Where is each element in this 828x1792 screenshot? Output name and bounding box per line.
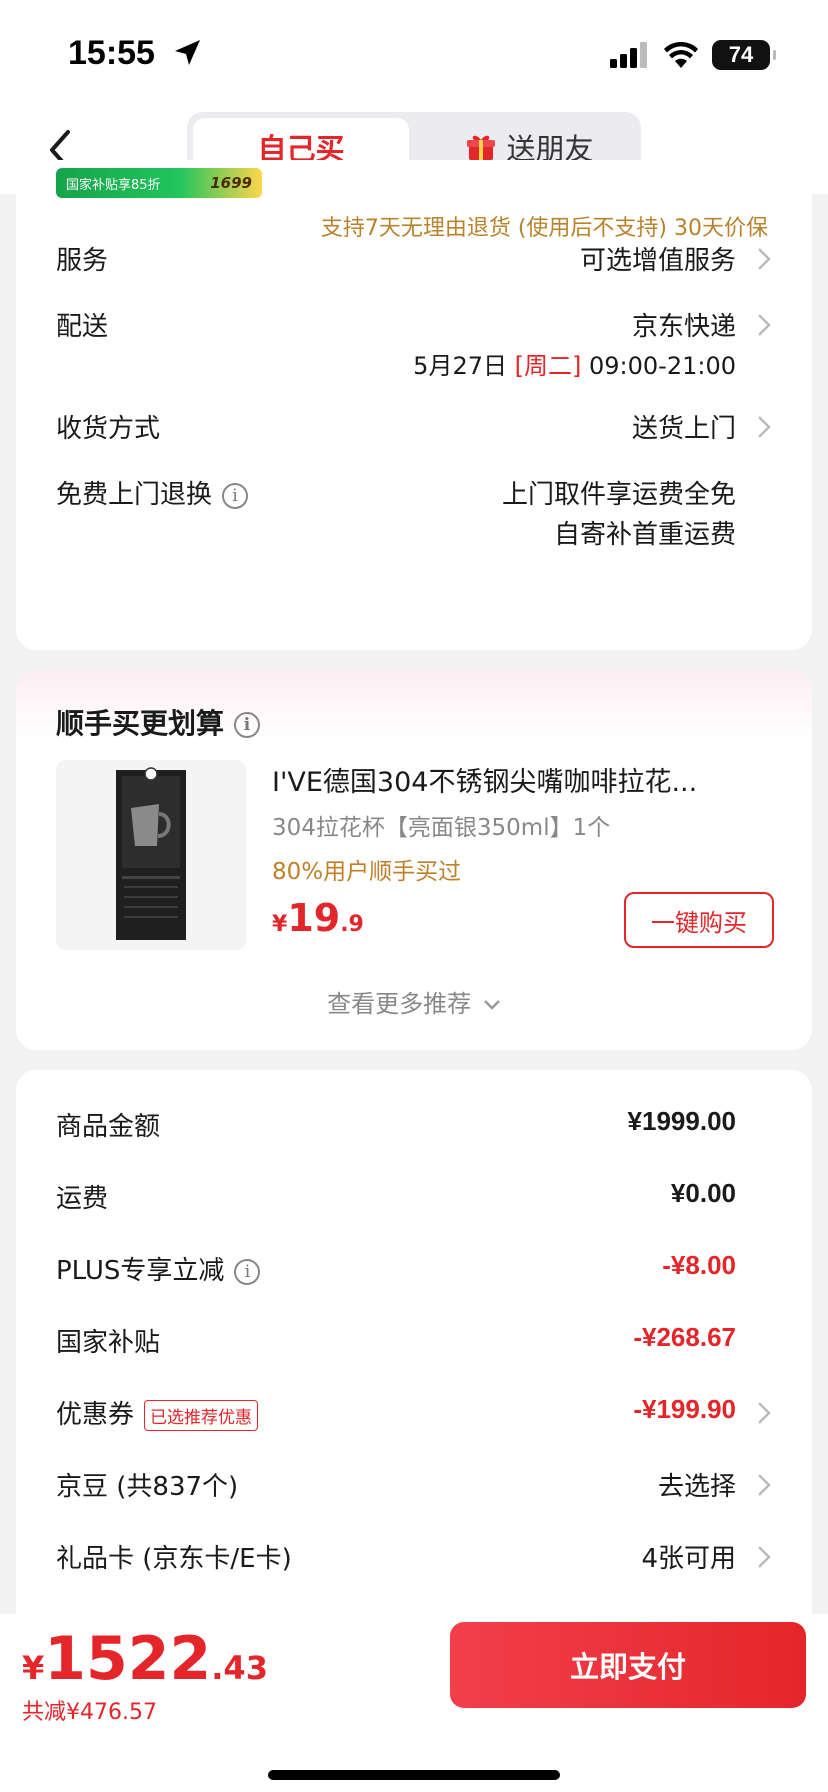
free-return-line1: 上门取件享运费全免 bbox=[501, 480, 736, 510]
status-time: 15:55 bbox=[68, 34, 155, 72]
free-return-label: 免费上门退换 bbox=[56, 480, 213, 510]
receive-method-label: 收货方式 bbox=[56, 414, 161, 444]
summary-row-subsidy: 国家补贴 -¥268.67 bbox=[56, 1322, 772, 1362]
wifi-icon bbox=[664, 42, 698, 68]
shipping-fee-label: 运费 bbox=[56, 1184, 109, 1214]
service-value: 可选增值服务 bbox=[579, 246, 736, 276]
free-return-row: 免费上门退换 i 上门取件享运费全免 自寄补首重运费 bbox=[56, 474, 772, 554]
total-currency: ¥ bbox=[22, 1649, 45, 1687]
product-thumbnail[interactable] bbox=[56, 760, 246, 950]
battery-indicator: 74 bbox=[712, 40, 776, 70]
one-click-buy-button[interactable]: 一键购买 bbox=[624, 892, 774, 948]
giftcard-label: 礼品卡 (京东卡/E卡) bbox=[56, 1544, 292, 1574]
addon-card: 顺手买更划算 i I'VE德国304不锈钢尖嘴咖啡拉花... 304拉花杯【亮面银… bbox=[16, 670, 812, 1050]
summary-row-shipping: 运费 ¥0.00 bbox=[56, 1178, 772, 1218]
summary-row-jingdou[interactable]: 京豆 (共837个) 去选择 bbox=[56, 1466, 772, 1506]
product-price-int: 19 bbox=[287, 896, 341, 940]
status-icons: 74 bbox=[610, 40, 776, 70]
gift-icon bbox=[467, 135, 496, 160]
jingdou-value: 去选择 bbox=[657, 1472, 736, 1502]
delivery-date: 5月27日 bbox=[413, 352, 507, 380]
chevron-right-icon bbox=[758, 248, 771, 270]
coupon-value: -¥199.90 bbox=[633, 1394, 736, 1424]
shipping-card: 国家补贴享85折 1699 支持7天无理由退货 (使用后不支持) 30天价保 服… bbox=[16, 160, 812, 650]
info-icon[interactable]: i bbox=[234, 1258, 261, 1285]
summary-row-goods: 商品金额 ¥1999.00 bbox=[56, 1106, 772, 1146]
giftcard-value: 4张可用 bbox=[641, 1544, 736, 1574]
chevron-right-icon bbox=[758, 1474, 771, 1496]
total-price: ¥1522.43 bbox=[22, 1624, 268, 1694]
home-indicator bbox=[268, 1770, 560, 1780]
delivery-weekday: [周二] bbox=[514, 352, 582, 380]
total-int: 1522 bbox=[44, 1624, 212, 1694]
delivery-label: 配送 bbox=[56, 312, 109, 342]
total-saved: 共减¥476.57 bbox=[22, 1700, 157, 1725]
signal-icon bbox=[610, 42, 647, 68]
checkout-bar: ¥1522.43 共减¥476.57 立即支付 bbox=[0, 1614, 828, 1792]
service-row[interactable]: 服务 可选增值服务 bbox=[56, 240, 772, 280]
subsidy-banner: 国家补贴享85折 1699 bbox=[56, 168, 262, 198]
national-subsidy-value: -¥268.67 bbox=[633, 1322, 736, 1352]
receive-method-row[interactable]: 收货方式 送货上门 bbox=[56, 408, 772, 448]
location-arrow-icon bbox=[175, 40, 200, 65]
subsidy-banner-price: 1699 bbox=[210, 174, 252, 192]
summary-row-coupon[interactable]: 优惠券 已选推荐优惠 -¥199.90 bbox=[56, 1394, 772, 1434]
addon-title: 顺手买更划算 bbox=[56, 707, 225, 740]
product-price: ¥19.9 bbox=[272, 896, 364, 940]
info-icon[interactable]: i bbox=[234, 712, 261, 738]
return-policy: 支持7天无理由退货 (使用后不支持) 30天价保 bbox=[320, 216, 768, 241]
chevron-right-icon bbox=[758, 314, 771, 336]
coupon-recommended-tag: 已选推荐优惠 bbox=[144, 1400, 259, 1431]
jingdou-label: 京豆 (共837个) bbox=[56, 1472, 239, 1502]
more-recommendations-label: 查看更多推荐 bbox=[327, 990, 472, 1018]
delivery-time: 5月27日 [周二] 09:00-21:00 bbox=[413, 346, 736, 381]
chevron-right-icon bbox=[758, 1402, 771, 1424]
coupon-label-wrap: 优惠券 已选推荐优惠 bbox=[56, 1394, 259, 1431]
receive-method-value: 送货上门 bbox=[631, 414, 736, 444]
goods-amount-label: 商品金额 bbox=[56, 1112, 161, 1142]
price-summary-card: 商品金额 ¥1999.00 运费 ¥0.00 PLUS专享立减 i -¥8.00 … bbox=[16, 1070, 812, 1630]
status-bar: 15:55 74 bbox=[0, 0, 828, 108]
chevron-right-icon bbox=[758, 416, 771, 438]
shipping-fee-value: ¥0.00 bbox=[670, 1178, 736, 1208]
coupon-label: 优惠券 bbox=[56, 1400, 135, 1430]
subsidy-banner-text: 国家补贴享85折 bbox=[66, 177, 161, 193]
delivery-value: 京东快递 bbox=[631, 312, 736, 342]
pay-now-button[interactable]: 立即支付 bbox=[450, 1622, 806, 1708]
plus-discount-label: PLUS专享立减 bbox=[56, 1256, 225, 1286]
goods-amount-value: ¥1999.00 bbox=[627, 1106, 736, 1136]
chevron-right-icon bbox=[758, 1546, 771, 1568]
product-price-currency: ¥ bbox=[272, 912, 288, 937]
summary-row-plus: PLUS专享立减 i -¥8.00 bbox=[56, 1250, 772, 1290]
milk-pitcher-image bbox=[56, 760, 246, 950]
product-title[interactable]: I'VE德国304不锈钢尖嘴咖啡拉花... bbox=[272, 760, 772, 799]
service-label: 服务 bbox=[56, 246, 109, 276]
plus-discount-value: -¥8.00 bbox=[662, 1250, 736, 1280]
national-subsidy-label: 国家补贴 bbox=[56, 1328, 161, 1358]
more-recommendations[interactable]: 查看更多推荐 bbox=[16, 984, 812, 1019]
free-return-line2: 自寄补首重运费 bbox=[553, 520, 736, 550]
summary-row-giftcard[interactable]: 礼品卡 (京东卡/E卡) 4张可用 bbox=[56, 1538, 772, 1578]
total-dec: .43 bbox=[211, 1649, 268, 1687]
product-spec: 304拉花杯【亮面银350ml】1个 bbox=[272, 815, 611, 841]
product-price-dec: .9 bbox=[340, 912, 364, 937]
delivery-window: 09:00-21:00 bbox=[589, 352, 736, 380]
delivery-row[interactable]: 配送 京东快递 5月27日 [周二] 09:00-21:00 bbox=[56, 306, 772, 386]
free-return-label-wrap: 免费上门退换 i bbox=[56, 474, 249, 511]
chevron-down-icon bbox=[483, 1000, 500, 1010]
info-icon[interactable]: i bbox=[222, 482, 249, 509]
product-social-proof: 80%用户顺手买过 bbox=[272, 859, 462, 885]
plus-discount-label-wrap: PLUS专享立减 i bbox=[56, 1250, 261, 1287]
addon-title-wrap: 顺手买更划算 i bbox=[56, 702, 261, 742]
